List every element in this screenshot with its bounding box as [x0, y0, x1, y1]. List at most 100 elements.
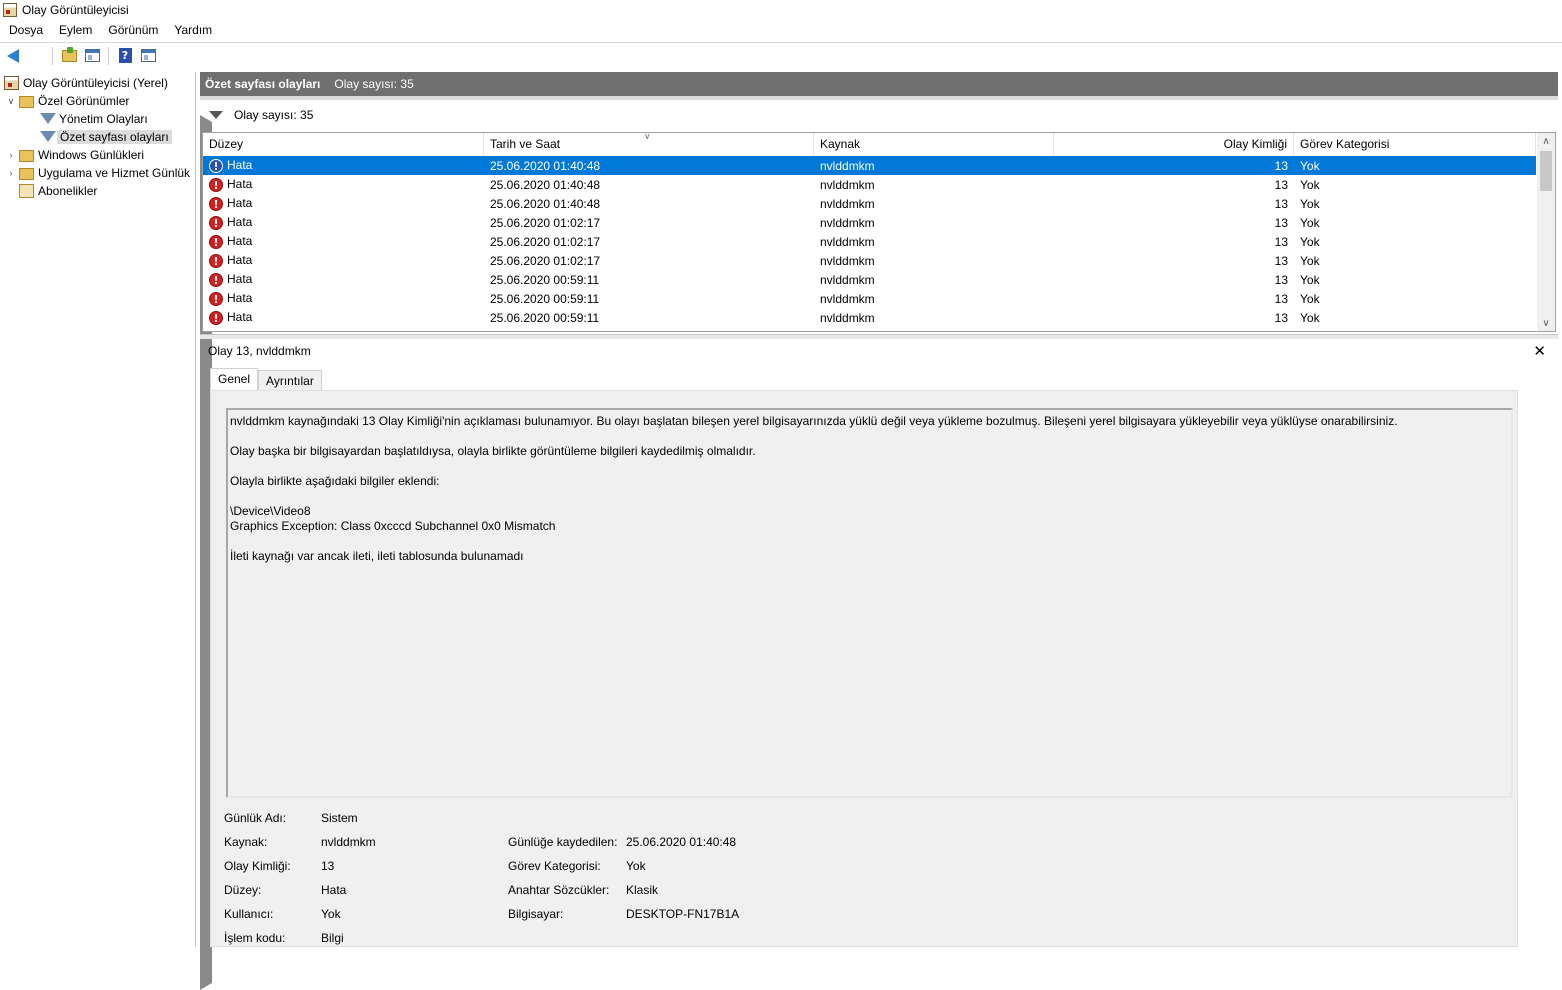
filter-icon: [208, 108, 224, 122]
cell-source: nvlddmkm: [820, 253, 875, 268]
menu-view[interactable]: Görünüm: [100, 20, 166, 41]
column-header-date-time[interactable]: ∨ Tarih ve Saat: [484, 133, 814, 155]
table-row[interactable]: ! Hata 25.06.2020 01:40:48 nvlddmkm 13 Yok: [203, 194, 1536, 213]
description-paragraph: Olay başka bir bilgisayardan başlatıldıy…: [230, 444, 756, 458]
tree-item-label: Uygulama ve Hizmet Günlük: [38, 166, 191, 180]
tree-item-subscriptions[interactable]: Abonelikler: [19, 182, 97, 200]
back-button[interactable]: [3, 46, 23, 66]
table-row[interactable]: ! Hata 25.06.2020 01:02:17 nvlddmkm 13 Yok: [203, 232, 1536, 251]
forward-button[interactable]: [26, 46, 212, 990]
tree-item-root[interactable]: Olay Görüntüleyicisi (Yerel): [4, 74, 168, 92]
column-header-task-category[interactable]: Görev Kategorisi: [1294, 133, 1536, 155]
tab-details[interactable]: Ayrıntılar: [258, 370, 322, 392]
cell-source: nvlddmkm: [820, 234, 875, 249]
help-icon: ?: [118, 48, 132, 63]
log-name-value: Sistem: [321, 811, 358, 825]
cell-event-id: 13: [1274, 234, 1288, 249]
cell-source: nvlddmkm: [820, 158, 875, 173]
tree-item-admin-events[interactable]: Yönetim Olayları: [39, 110, 148, 128]
help-button[interactable]: ?: [115, 46, 135, 66]
error-icon: !: [209, 215, 223, 230]
cell-source: nvlddmkm: [820, 215, 875, 230]
column-header-source[interactable]: Kaynak: [814, 133, 1054, 155]
cell-event-id: 13: [1274, 177, 1288, 192]
cell-level-text: Hata: [227, 234, 253, 249]
menu-file[interactable]: Dosya: [0, 20, 51, 41]
tab-general[interactable]: Genel: [210, 368, 259, 392]
tree-item-label: Özet sayfası olayları: [57, 130, 172, 144]
cell-level: ! Hata: [203, 272, 484, 287]
expand-chevron-icon[interactable]: ›: [6, 150, 16, 160]
cell-level: ! Hata: [203, 310, 484, 325]
level-value: Hata: [321, 883, 347, 897]
subscriptions-icon: [19, 184, 34, 198]
table-row[interactable]: ! Hata 25.06.2020 00:59:11 nvlddmkm 13 Yok: [203, 289, 1536, 308]
error-icon: !: [209, 272, 223, 287]
cell-level: ! Hata: [203, 234, 484, 249]
cell-event-id: 13: [1274, 310, 1288, 325]
cell-level-text: Hata: [227, 215, 253, 230]
error-icon: !: [209, 234, 223, 249]
menu-help[interactable]: Yardım: [166, 20, 220, 41]
keywords-value: Klasik: [626, 883, 659, 897]
show-hide-action-pane-button[interactable]: [138, 46, 158, 66]
description-paragraph: nvlddmkm kaynağındaki 13 Olay Kimliği'ni…: [230, 414, 1398, 428]
close-icon[interactable]: ✕: [1533, 342, 1546, 360]
filter-icon: [39, 112, 56, 126]
user-label: Kullanıcı:: [224, 907, 274, 921]
title-bar: Olay Görüntüleyicisi: [0, 0, 1562, 20]
cell-level-text: Hata: [227, 196, 253, 211]
tree-item-windows-logs[interactable]: › Windows Günlükleri: [6, 146, 144, 164]
cell-level-text: Hata: [227, 177, 253, 192]
menu-action[interactable]: Eylem: [51, 20, 100, 41]
tree-item-label: Yönetim Olayları: [59, 112, 148, 126]
error-icon: !: [209, 158, 223, 173]
table-scrollbar[interactable]: ∧ ∨: [1537, 133, 1555, 331]
table-row[interactable]: ! Hata 25.06.2020 01:02:17 nvlddmkm 13 Yok: [203, 213, 1536, 232]
cell-date-time: 25.06.2020 00:59:11: [490, 310, 600, 325]
task-category-value: Yok: [626, 859, 646, 873]
table-row[interactable]: ! Hata 25.06.2020 00:59:11 nvlddmkm 13 Yok: [203, 270, 1536, 289]
column-header-level[interactable]: Düzey: [203, 133, 484, 155]
scroll-down-icon[interactable]: ∨: [1537, 315, 1555, 331]
table-row[interactable]: ! Hata 25.06.2020 00:59:11 nvlddmkm 13 Yok: [203, 308, 1536, 327]
computer-label: Bilgisayar:: [508, 907, 564, 921]
console-tree-icon: [84, 49, 100, 62]
event-description[interactable]: nvlddmkm kaynağındaki 13 Olay Kimliği'ni…: [226, 408, 1513, 798]
up-level-button[interactable]: [59, 46, 79, 66]
table-row[interactable]: ! Hata 25.06.2020 01:02:17 nvlddmkm 13 Yok: [203, 251, 1536, 270]
opcode-value: Bilgi: [321, 931, 344, 945]
cell-source: nvlddmkm: [820, 177, 875, 192]
table-row[interactable]: ! Hata 25.06.2020 01:40:48 nvlddmkm 13 Yok: [203, 156, 1536, 175]
cell-task-category: Yok: [1300, 234, 1320, 249]
event-id-value: 13: [321, 859, 335, 873]
level-label: Düzey:: [224, 883, 262, 897]
cell-level-text: Hata: [227, 272, 253, 287]
collapse-chevron-icon[interactable]: ∨: [6, 96, 16, 106]
pane-splitter[interactable]: [200, 334, 1558, 339]
folder-icon: [19, 168, 34, 180]
scrollbar-thumb[interactable]: [1540, 151, 1552, 191]
cell-task-category: Yok: [1300, 215, 1320, 230]
toolbar-separator: [52, 46, 53, 65]
expand-chevron-icon[interactable]: ›: [6, 168, 16, 178]
view-title: Özet sayfası olayları: [205, 77, 321, 91]
tree-item-custom-views[interactable]: ∨ Özel Görünümler: [6, 92, 129, 110]
cell-level: ! Hata: [203, 158, 484, 173]
filter-bar: Olay sayısı: 35: [202, 102, 1558, 128]
event-viewer-icon: [4, 76, 19, 90]
cell-source: nvlddmkm: [820, 310, 875, 325]
source-value: nvlddmkm: [321, 835, 376, 849]
cell-date-time: 25.06.2020 01:02:17: [490, 215, 601, 230]
table-row[interactable]: ! Hata 25.06.2020 01:40:48 nvlddmkm 13 Yok: [203, 175, 1536, 194]
column-header-event-id[interactable]: Olay Kimliği: [1054, 133, 1294, 155]
cell-task-category: Yok: [1300, 196, 1320, 211]
scroll-up-icon[interactable]: ∧: [1537, 133, 1555, 149]
show-hide-tree-button[interactable]: [82, 46, 102, 66]
window-title: Olay Görüntüleyicisi: [22, 3, 129, 17]
filter-event-count: Olay sayısı: 35: [234, 108, 314, 122]
cell-source: nvlddmkm: [820, 291, 875, 306]
tree-item-summary-events[interactable]: Özet sayfası olayları: [39, 128, 172, 146]
cell-level: ! Hata: [203, 215, 484, 230]
tree-item-app-service-logs[interactable]: › Uygulama ve Hizmet Günlük: [6, 164, 190, 182]
